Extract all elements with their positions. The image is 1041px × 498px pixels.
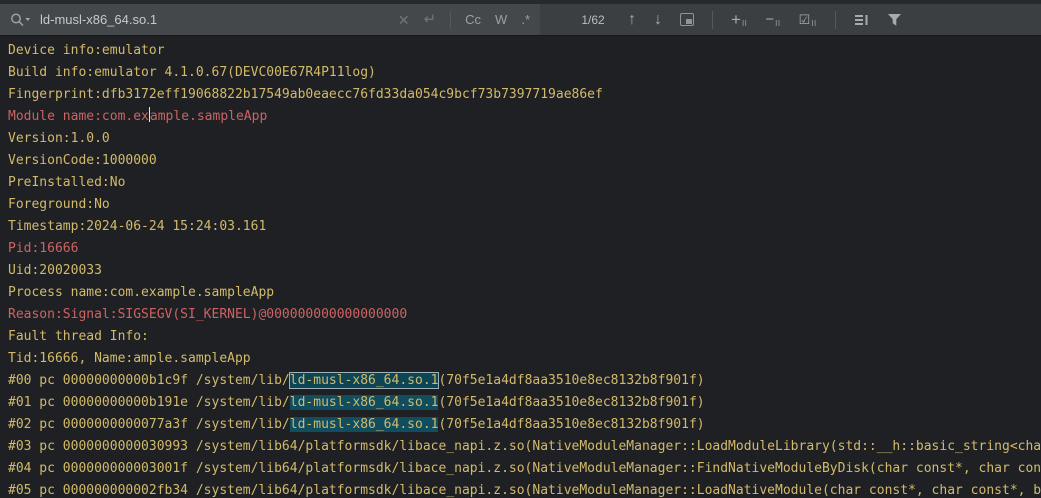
filter-lines-icon[interactable] [854, 13, 869, 27]
next-match-button[interactable]: ↓ [654, 11, 662, 29]
add-filter-button[interactable]: + II [731, 11, 747, 28]
search-options-chevron [25, 17, 30, 21]
search-field[interactable]: ld-musl-x86_64.so.1 ✕ ↵ Cc W .* [0, 4, 540, 35]
log-line: Timestamp:2024-06-24 15:24:03.161 [8, 216, 1041, 238]
log-text: Tid:16666, Name:ample.sampleApp [8, 351, 251, 366]
log-line: VersionCode:1000000 [8, 150, 1041, 172]
search-input[interactable]: ld-musl-x86_64.so.1 [40, 12, 398, 27]
log-text: #04 pc 000000000003001f /system/lib64/pl… [8, 461, 1041, 476]
search-match: ld-musl-x86_64.so.1 [289, 395, 439, 410]
previous-match-button[interactable]: ↑ [628, 11, 636, 29]
match-case-toggle[interactable]: Cc [465, 13, 481, 26]
log-text: Timestamp:2024-06-24 15:24:03.161 [8, 219, 267, 234]
regex-toggle[interactable]: .* [521, 13, 530, 26]
search-icon [11, 13, 30, 26]
divider [834, 10, 836, 29]
log-text: Pid:16666 [8, 241, 79, 256]
divider [450, 10, 452, 29]
log-text: #03 pc 0000000000030993 /system/lib64/pl… [8, 439, 1041, 454]
match-counter: 1/62 [581, 12, 605, 27]
clear-search-icon[interactable]: ✕ [398, 13, 410, 27]
log-line: Uid:20020033 [8, 260, 1041, 282]
log-line: Fault thread Info: [8, 326, 1041, 348]
log-text: PreInstalled:No [8, 175, 126, 190]
log-line: #01 pc 00000000000b191e /system/lib/ld-m… [8, 392, 1041, 414]
log-text: #05 pc 000000000002fb34 /system/lib64/pl… [8, 483, 1041, 498]
log-line: PreInstalled:No [8, 172, 1041, 194]
log-text: Device info:emulator [8, 43, 165, 58]
log-text: Uid:20020033 [8, 263, 102, 278]
log-line: Pid:16666 [8, 238, 1041, 260]
log-text: Build info:emulator 4.1.0.67(DEVC00E67R4… [8, 65, 376, 80]
open-in-window-icon[interactable] [680, 13, 694, 26]
insert-newline-icon[interactable]: ↵ [424, 12, 437, 27]
exclude-filter-button[interactable]: − II [765, 12, 780, 28]
select-filter-button[interactable]: ☑ II [799, 13, 817, 28]
whole-words-toggle[interactable]: W [495, 13, 507, 26]
search-match-current: ld-musl-x86_64.so.1 [288, 372, 440, 389]
log-text: ample.sampleApp [149, 109, 268, 124]
log-text: VersionCode:1000000 [8, 153, 157, 168]
search-toolbar: ld-musl-x86_64.so.1 ✕ ↵ Cc W .* 1/62 ↑ ↓… [0, 4, 1041, 36]
log-line: Reason:Signal:SIGSEGV(SI_KERNEL)@0000000… [8, 304, 1041, 326]
log-line: Foreground:No [8, 194, 1041, 216]
log-line: #00 pc 00000000000b1c9f /system/lib/ld-m… [8, 370, 1041, 392]
log-text: Process name:com.example.sampleApp [8, 285, 275, 300]
divider [712, 10, 713, 29]
log-text: Fingerprint:dfb3172eff19068822b17549ab0e… [8, 87, 603, 102]
filter-funnel-icon[interactable] [887, 13, 902, 27]
log-line: Device info:emulator [8, 40, 1041, 62]
log-text: Module name:com.ex [8, 109, 149, 124]
log-text: Foreground:No [8, 197, 110, 212]
log-line: #02 pc 0000000000077a3f /system/lib/ld-m… [8, 414, 1041, 436]
log-area[interactable]: Device info:emulator Build info:emulator … [0, 37, 1041, 498]
log-text: #00 pc 00000000000b1c9f /system/lib/ [8, 373, 290, 388]
log-line: #04 pc 000000000003001f /system/lib64/pl… [8, 458, 1041, 480]
log-text: #01 pc 00000000000b191e /system/lib/ [8, 395, 290, 410]
log-text: (70f5e1a4df8aa3510e8ec8132b8f901f) [438, 373, 705, 388]
log-line: Fingerprint:dfb3172eff19068822b17549ab0e… [8, 84, 1041, 106]
log-text: Reason:Signal:SIGSEGV(SI_KERNEL)@0000000… [8, 307, 408, 322]
log-text: Version:1.0.0 [8, 131, 110, 146]
log-text: Fault thread Info: [8, 329, 149, 344]
log-line: Process name:com.example.sampleApp [8, 282, 1041, 304]
log-line: Module name:com.example.sampleApp [8, 106, 1041, 128]
log-line: #05 pc 000000000002fb34 /system/lib64/pl… [8, 480, 1041, 498]
log-line: Tid:16666, Name:ample.sampleApp [8, 348, 1041, 370]
search-match: ld-musl-x86_64.so.1 [289, 417, 439, 432]
log-text: (70f5e1a4df8aa3510e8ec8132b8f901f) [438, 417, 705, 432]
log-line: #03 pc 0000000000030993 /system/lib64/pl… [8, 436, 1041, 458]
log-text: #02 pc 0000000000077a3f /system/lib/ [8, 417, 290, 432]
search-controls: 1/62 ↑ ↓ + II − II ☑ II [540, 4, 902, 35]
log-line: Version:1.0.0 [8, 128, 1041, 150]
log-line: Build info:emulator 4.1.0.67(DEVC00E67R4… [8, 62, 1041, 84]
log-text: (70f5e1a4df8aa3510e8ec8132b8f901f) [438, 395, 705, 410]
